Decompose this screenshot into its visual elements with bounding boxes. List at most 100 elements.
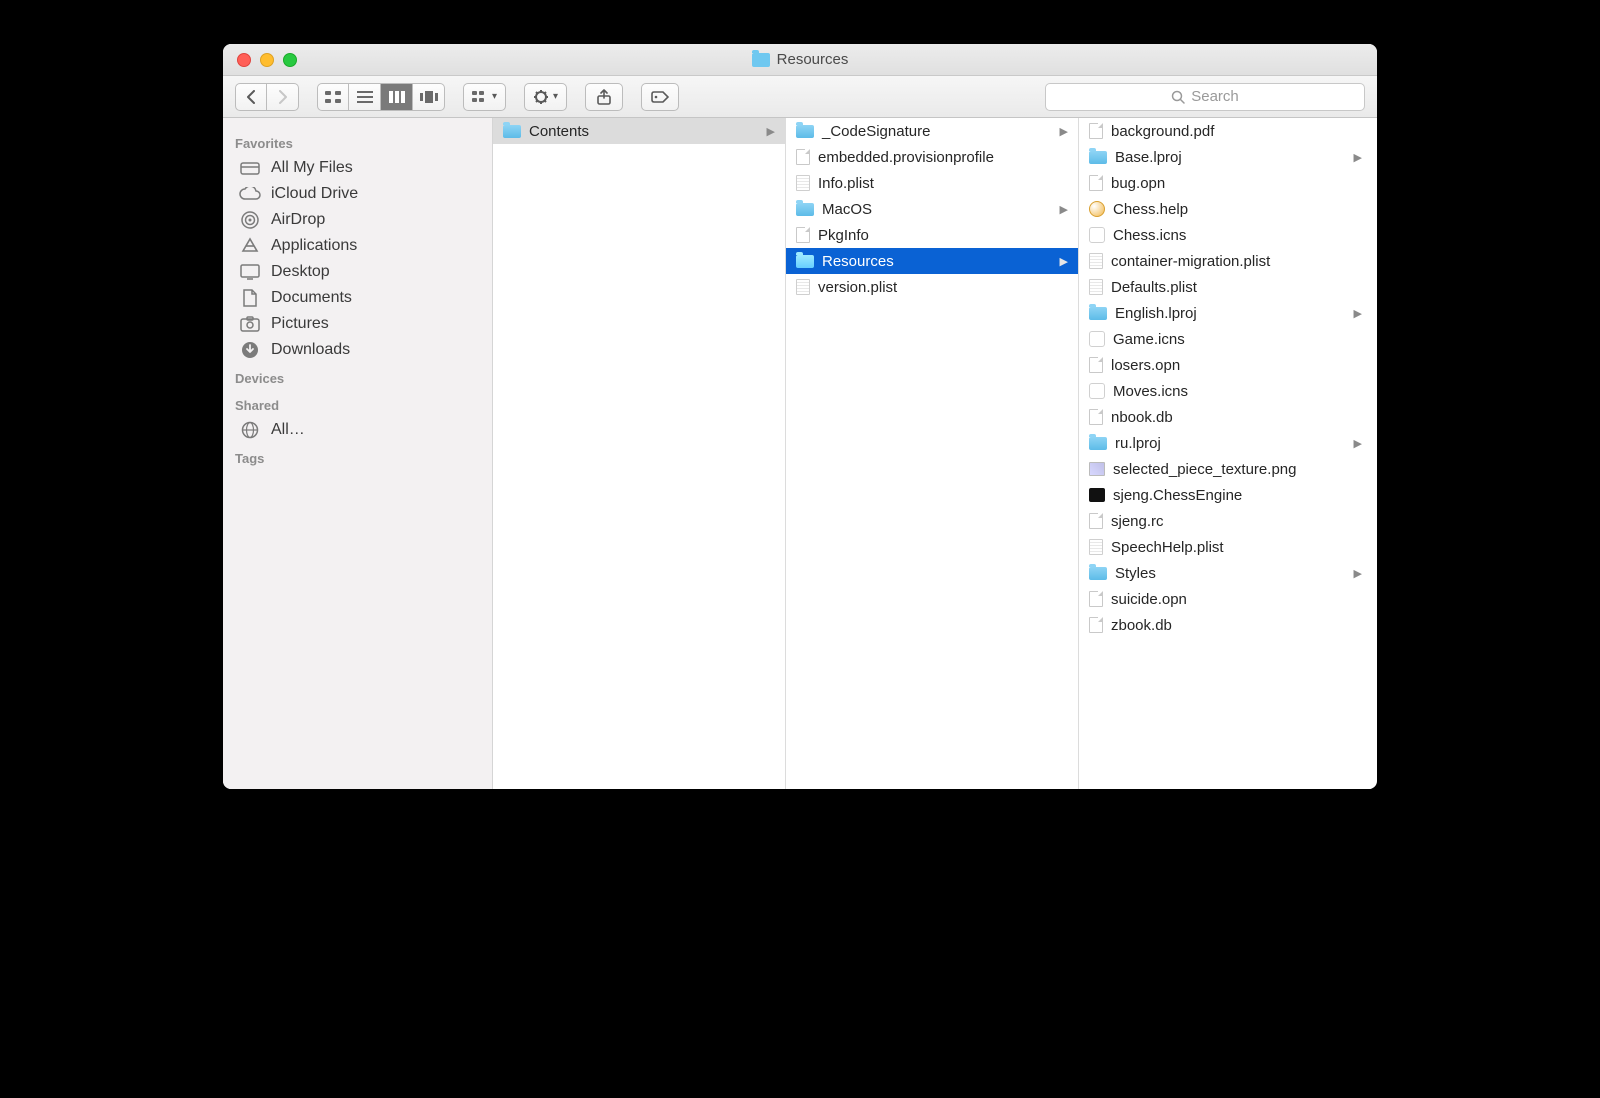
chevron-right-icon: ▶ [1060, 125, 1068, 138]
plist-icon [796, 279, 810, 295]
file-row[interactable]: Base.lproj▶ [1079, 144, 1372, 170]
file-label: nbook.db [1111, 409, 1173, 426]
column-0[interactable]: Contents▶ [493, 118, 786, 789]
sidebar-section-header: Devices [223, 363, 492, 390]
icns-icon [1089, 331, 1105, 347]
column-view-button[interactable] [381, 83, 413, 111]
file-row[interactable]: zbook.db [1079, 612, 1372, 638]
file-row[interactable]: losers.opn [1079, 352, 1372, 378]
file-label: MacOS [822, 201, 872, 218]
chevron-right-icon: ▶ [767, 125, 775, 138]
share-group [585, 83, 623, 111]
folder-icon [752, 53, 770, 67]
titlebar[interactable]: Resources [223, 44, 1377, 76]
file-label: embedded.provisionprofile [818, 149, 994, 166]
back-button[interactable] [235, 83, 267, 111]
file-row[interactable]: Game.icns [1079, 326, 1372, 352]
column-view: Contents▶ _CodeSignature ▶ embedded.provisi… [493, 118, 1377, 789]
file-row[interactable]: background.pdf [1079, 118, 1372, 144]
sidebar-item-pictures[interactable]: Pictures [223, 311, 492, 337]
file-row[interactable]: bug.opn [1079, 170, 1372, 196]
file-row[interactable]: Styles▶ [1079, 560, 1372, 586]
file-row[interactable]: version.plist [786, 274, 1078, 300]
sidebar-item-label: Pictures [271, 315, 329, 333]
file-label: PkgInfo [818, 227, 869, 244]
file-row[interactable]: Info.plist [786, 170, 1078, 196]
sidebar-item-all-my-files[interactable]: All My Files [223, 155, 492, 181]
chevron-right-icon: ▶ [1060, 255, 1068, 268]
file-label: Chess.icns [1113, 227, 1186, 244]
minimize-window-button[interactable] [260, 53, 274, 67]
file-icon [1089, 513, 1103, 529]
window-title: Resources [752, 51, 849, 68]
file-label: _CodeSignature [822, 123, 930, 140]
edit-tags-button[interactable] [641, 83, 679, 111]
png-icon [1089, 462, 1105, 476]
folder-icon [796, 125, 814, 138]
file-label: container-migration.plist [1111, 253, 1270, 270]
finder-window: Resources [223, 44, 1377, 789]
chevron-down-icon: ▾ [553, 91, 558, 102]
file-label: Defaults.plist [1111, 279, 1197, 296]
action-button[interactable]: ▾ [524, 83, 567, 111]
sidebar-item-desktop[interactable]: Desktop [223, 259, 492, 285]
file-row[interactable]: _CodeSignature ▶ [786, 118, 1078, 144]
file-row[interactable]: nbook.db [1079, 404, 1372, 430]
sidebar-item-icloud-drive[interactable]: iCloud Drive [223, 181, 492, 207]
sidebar-item-label: All My Files [271, 159, 353, 177]
sidebar-item-applications[interactable]: Applications [223, 233, 492, 259]
folder-icon [1089, 307, 1107, 320]
file-row[interactable]: embedded.provisionprofile [786, 144, 1078, 170]
coverflow-view-button[interactable] [413, 83, 445, 111]
list-view-button[interactable] [349, 83, 381, 111]
file-row[interactable]: Chess.icns [1079, 222, 1372, 248]
file-row[interactable]: Moves.icns [1079, 378, 1372, 404]
file-row[interactable]: Contents▶ [493, 118, 785, 144]
file-row[interactable]: Defaults.plist [1079, 274, 1372, 300]
airdrop-icon [239, 211, 261, 229]
desktop-icon [239, 263, 261, 281]
file-icon [1089, 617, 1103, 633]
folder-icon [1089, 151, 1107, 164]
file-row[interactable]: MacOS▶ [786, 196, 1078, 222]
icns-icon [1089, 383, 1105, 399]
action-group: ▾ [524, 83, 567, 111]
sidebar[interactable]: FavoritesAll My FilesiCloud DriveAirDrop… [223, 118, 493, 789]
sidebar-item-downloads[interactable]: Downloads [223, 337, 492, 363]
file-row[interactable]: sjeng.rc [1079, 508, 1372, 534]
file-row[interactable]: selected_piece_texture.png [1079, 456, 1372, 482]
folder-icon [796, 203, 814, 216]
search-field[interactable]: Search [1045, 83, 1365, 111]
share-button[interactable] [585, 83, 623, 111]
file-row[interactable]: SpeechHelp.plist [1079, 534, 1372, 560]
fullscreen-window-button[interactable] [283, 53, 297, 67]
chevron-right-icon: ▶ [1354, 307, 1362, 320]
sidebar-item-documents[interactable]: Documents [223, 285, 492, 311]
file-row[interactable]: ru.lproj▶ [1079, 430, 1372, 456]
documents-icon [239, 289, 261, 307]
nav-buttons [235, 83, 299, 111]
exec-icon [1089, 488, 1105, 502]
sidebar-item-all-[interactable]: All… [223, 417, 492, 443]
file-label: Moves.icns [1113, 383, 1188, 400]
file-row[interactable]: sjeng.ChessEngine [1079, 482, 1372, 508]
column-2[interactable]: background.pdfBase.lproj▶ bug.opn Chess.he… [1079, 118, 1372, 789]
help-icon [1089, 201, 1105, 217]
file-row[interactable]: Resources▶ [786, 248, 1078, 274]
file-label: zbook.db [1111, 617, 1172, 634]
sidebar-section-header: Shared [223, 390, 492, 417]
close-window-button[interactable] [237, 53, 251, 67]
arrange-button[interactable]: ▾ [463, 83, 506, 111]
sidebar-item-airdrop[interactable]: AirDrop [223, 207, 492, 233]
file-row[interactable]: PkgInfo [786, 222, 1078, 248]
file-row[interactable]: suicide.opn [1079, 586, 1372, 612]
file-row[interactable]: English.lproj▶ [1079, 300, 1372, 326]
file-row[interactable]: container-migration.plist [1079, 248, 1372, 274]
icns-icon [1089, 227, 1105, 243]
file-row[interactable]: Chess.help [1079, 196, 1372, 222]
forward-button[interactable] [267, 83, 299, 111]
icon-view-button[interactable] [317, 83, 349, 111]
file-label: bug.opn [1111, 175, 1165, 192]
plist-icon [1089, 253, 1103, 269]
column-1[interactable]: _CodeSignature ▶ embedded.provisionprofile… [786, 118, 1079, 789]
